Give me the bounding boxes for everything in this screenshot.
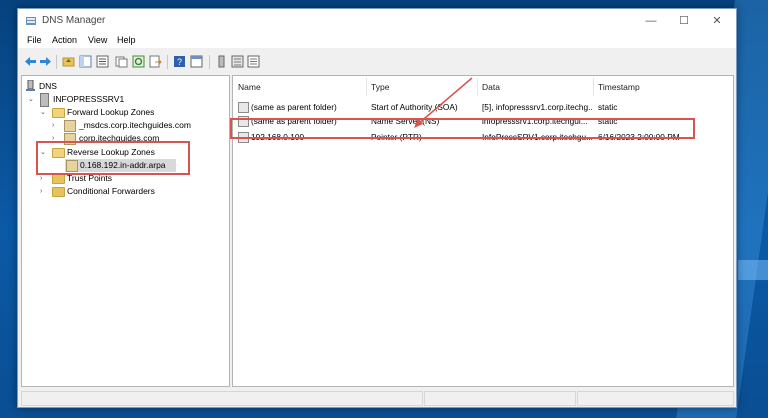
annotation-arrow-icon bbox=[414, 77, 473, 128]
